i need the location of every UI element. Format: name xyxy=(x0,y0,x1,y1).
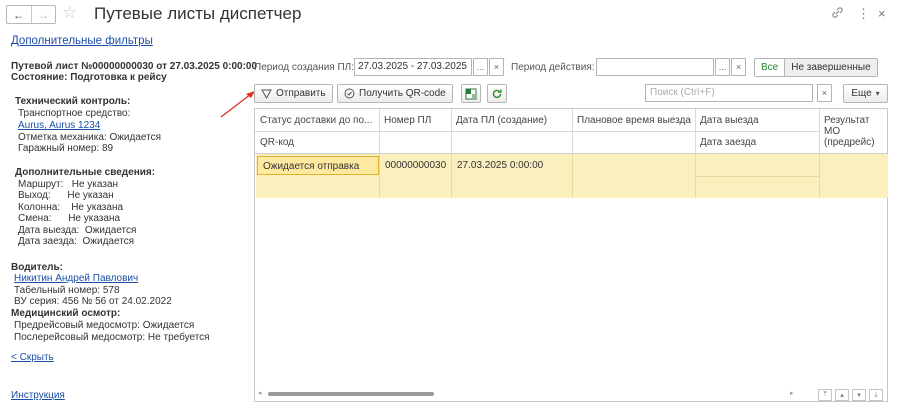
scroll-left-icon[interactable]: ◂ xyxy=(258,389,262,397)
cell-delivery-status[interactable]: Ожидается отправка xyxy=(257,156,379,175)
shift-row: Смена: Не указана xyxy=(18,213,120,225)
status-filter-toggle: Все Не завершенные xyxy=(754,58,878,77)
tab-number: Табельный номер: 578 xyxy=(14,285,120,296)
period-clear-button[interactable]: × xyxy=(489,58,504,76)
send-icon xyxy=(261,89,272,99)
col-header-delivery-status[interactable]: Статус доставки до по... xyxy=(255,110,379,131)
horizontal-scrollbar-thumb[interactable] xyxy=(268,392,434,396)
period-creation-input[interactable]: 27.03.2025 - 27.03.2025 xyxy=(354,58,472,76)
col-header-departure-date[interactable]: Дата выезда xyxy=(695,110,819,131)
driver-header: Водитель: xyxy=(11,262,63,273)
exit-row: Выход: Не указан xyxy=(18,190,114,202)
send-button-label: Отправить xyxy=(276,88,326,99)
refresh-icon xyxy=(492,89,502,98)
col-header-return-date[interactable]: Дата заезда xyxy=(695,132,819,153)
period-select-button[interactable]: ... xyxy=(473,58,488,76)
exit-label: Выход: xyxy=(18,190,51,201)
post-medical: Послерейсовый медосмотр: Не требуется xyxy=(14,332,210,343)
additional-filters-link[interactable]: Дополнительные фильтры xyxy=(11,35,153,47)
page-title: Путевые листы диспетчер xyxy=(94,4,302,23)
column-row: Колонна: Не указана xyxy=(18,202,123,214)
col-header-medical-result[interactable]: Результат МО (предрейс) xyxy=(819,110,889,153)
last-row-icon: ⤓ xyxy=(874,391,878,398)
departure-date-value: Ожидается xyxy=(84,225,137,236)
col-header-number[interactable]: Номер ПЛ xyxy=(379,110,451,131)
cell-date[interactable]: 27.03.2025 0:00:00 xyxy=(452,156,548,175)
departure-date-row: Дата выезда: Ожидается xyxy=(18,225,136,237)
send-button[interactable]: Отправить xyxy=(254,84,333,103)
more-button-label: Еще xyxy=(851,88,872,99)
next-row-icon: ▾ xyxy=(857,392,861,399)
filter-not-finished-button[interactable]: Не завершенные xyxy=(785,59,877,76)
driver-name-link[interactable]: Никитин Андрей Павлович xyxy=(14,273,138,285)
col-header-planned-time[interactable]: Плановое время выезда xyxy=(572,110,695,131)
action-select-button[interactable]: ... xyxy=(715,58,730,76)
back-button[interactable]: ← xyxy=(7,6,31,23)
column-label: Колонна: xyxy=(18,202,61,213)
link-icon[interactable] xyxy=(831,6,844,22)
medical-header: Медицинский осмотр: xyxy=(11,308,121,319)
forward-button[interactable]: → xyxy=(30,6,56,23)
filter-all-button[interactable]: Все xyxy=(755,59,786,76)
scroll-right-icon[interactable]: ▸ xyxy=(790,389,794,397)
period-creation-label: Период создания ПЛ: xyxy=(254,62,355,73)
transport-label: Транспортное средство: xyxy=(18,108,131,119)
action-clear-button[interactable]: × xyxy=(731,58,746,76)
chevron-down-icon: ▾ xyxy=(875,89,880,98)
nav-buttons: ← → xyxy=(6,5,56,24)
more-menu-icon[interactable]: ⋮ xyxy=(857,6,870,22)
prev-row-icon: ▴ xyxy=(840,392,844,399)
return-date-value: Ожидается xyxy=(82,236,135,247)
mechanic-mark: Отметка механика: Ожидается xyxy=(18,132,162,143)
pre-medical: Предрейсовый медосмотр: Ожидается xyxy=(14,320,195,331)
doc-state: Состояние: Подготовка к рейсу xyxy=(11,72,167,83)
route-label: Маршрут: xyxy=(18,179,64,190)
first-row-icon: ⤒ xyxy=(823,391,827,398)
extra-info-header: Дополнительные сведения: xyxy=(15,167,156,178)
get-qr-button-label: Получить QR-code xyxy=(359,88,446,99)
shift-label: Смена: xyxy=(18,213,52,224)
excel-icon xyxy=(465,88,477,99)
period-action-label: Период действия: xyxy=(511,62,595,73)
hide-panel-link[interactable]: < Скрыть xyxy=(11,352,54,364)
next-row-button[interactable]: ▾ xyxy=(852,389,866,401)
route-row: Маршрут: Не указан xyxy=(18,179,118,191)
col-header-date[interactable]: Дата ПЛ (создание) xyxy=(451,110,572,131)
garage-number: Гаражный номер: 89 xyxy=(18,143,114,154)
refresh-button[interactable] xyxy=(487,84,507,103)
tech-control-header: Технический контроль: xyxy=(15,96,131,107)
close-icon[interactable]: × xyxy=(878,6,886,21)
col-header-qr[interactable]: QR-код xyxy=(255,132,379,153)
favorite-star-icon[interactable]: ☆ xyxy=(62,3,77,23)
more-button[interactable]: Еще ▾ xyxy=(843,84,888,103)
license-info: ВУ серия: 456 № 56 от 24.02.2022 xyxy=(14,296,172,307)
last-row-button[interactable]: ⤓ xyxy=(869,389,883,401)
return-date-label: Дата заезда: xyxy=(18,236,77,247)
prev-row-button[interactable]: ▴ xyxy=(835,389,849,401)
qr-icon xyxy=(344,88,355,99)
cell-number[interactable]: 00000000030 xyxy=(380,156,451,175)
row-divider xyxy=(819,154,820,198)
instruction-link[interactable]: Инструкция xyxy=(11,390,65,402)
shift-value: Не указана xyxy=(68,213,121,224)
route-value: Не указан xyxy=(71,179,119,190)
search-clear-button[interactable]: × xyxy=(817,84,832,102)
excel-export-button[interactable] xyxy=(461,84,481,103)
search-input[interactable]: Поиск (Ctrl+F) xyxy=(645,84,813,102)
doc-title: Путевой лист №00000000030 от 27.03.2025 … xyxy=(11,61,258,72)
transport-link[interactable]: Aurus, Aurus 1234 xyxy=(18,120,100,132)
exit-value: Не указан xyxy=(67,190,114,201)
row-divider xyxy=(695,176,819,177)
return-date-row: Дата заезда: Ожидается xyxy=(18,236,134,248)
annotation-arrow-icon xyxy=(220,91,255,118)
first-row-button[interactable]: ⤒ xyxy=(818,389,832,401)
get-qr-button[interactable]: Получить QR-code xyxy=(337,84,453,103)
waybills-table: Статус доставки до по... QR-код Номер ПЛ… xyxy=(254,108,888,402)
period-action-input[interactable] xyxy=(596,58,714,76)
departure-date-label: Дата выезда: xyxy=(18,225,80,236)
table-row[interactable]: Ожидается отправка 00000000030 27.03.202… xyxy=(256,154,888,198)
column-value: Не указана xyxy=(71,202,124,213)
row-divider xyxy=(572,154,573,198)
